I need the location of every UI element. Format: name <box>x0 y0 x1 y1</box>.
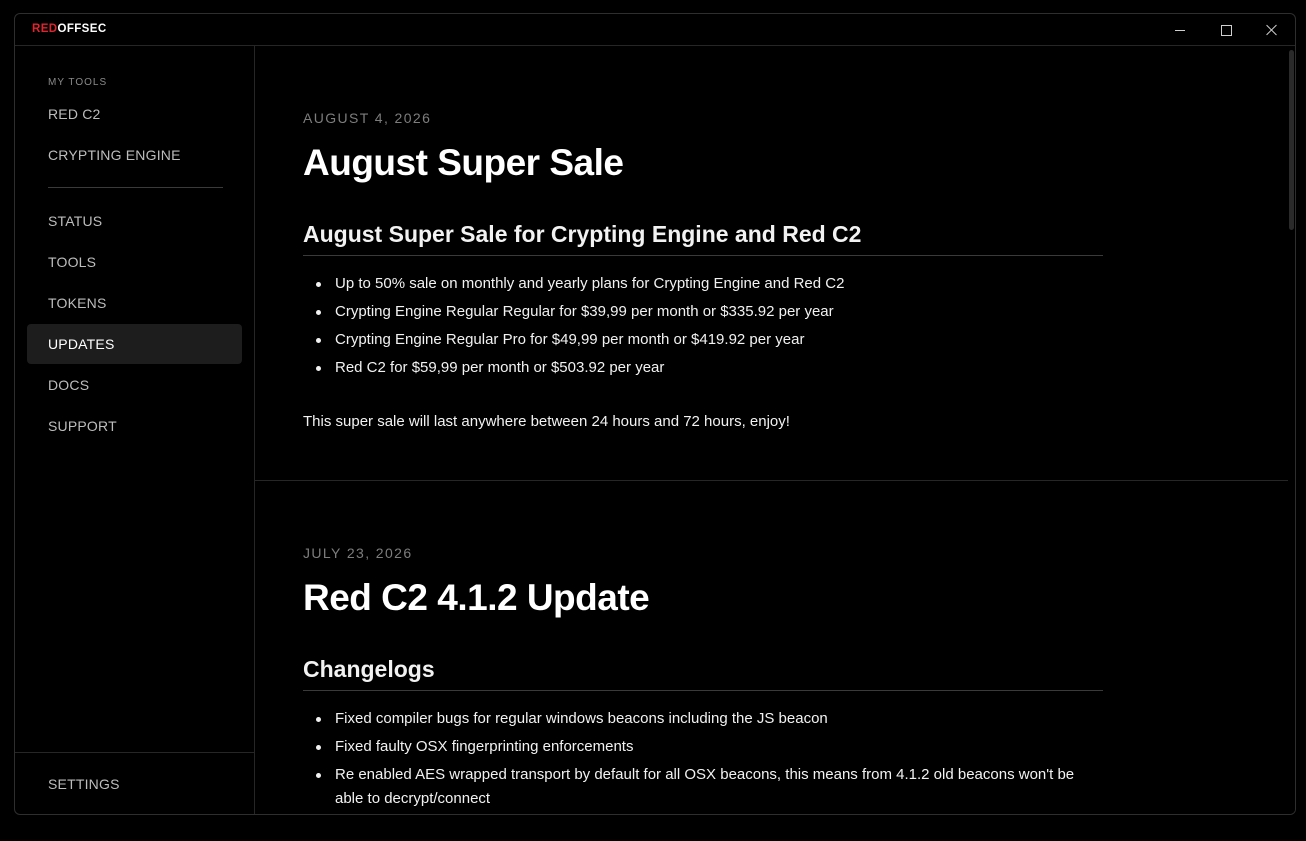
close-button[interactable] <box>1249 14 1295 46</box>
sidebar-item-status[interactable]: STATUS <box>27 201 242 241</box>
sidebar-item-red-c2[interactable]: RED C2 <box>27 94 242 134</box>
brand-white: OFFSEC <box>57 23 107 35</box>
minimize-button[interactable] <box>1157 14 1203 46</box>
post-note: This super sale will last anywhere betwe… <box>303 413 790 430</box>
update-post: JULY 23, 2026 Red C2 4.1.2 Update Change… <box>255 481 1288 814</box>
list-item: Re enabled AES wrapped transport by defa… <box>303 763 1103 811</box>
brand-red: RED <box>32 23 58 35</box>
post-bullet-list: Up to 50% sale on monthly and yearly pla… <box>303 272 1103 384</box>
sidebar-item-settings[interactable]: SETTINGS <box>27 764 242 804</box>
list-item: Fixed faulty OSX fingerprinting enforcem… <box>303 735 1103 759</box>
sidebar-item-crypting-engine[interactable]: CRYPTING ENGINE <box>27 135 242 175</box>
minimize-icon <box>1175 29 1185 31</box>
list-item: Red C2 for $59,99 per month or $503.92 p… <box>303 356 1103 380</box>
app-window: REDOFFSEC MY TOOLS RED C2 CRYPTING ENGIN… <box>14 13 1296 815</box>
list-item: Crypting Engine Regular Pro for $49,99 p… <box>303 328 1103 352</box>
sidebar-item-tools[interactable]: TOOLS <box>27 242 242 282</box>
sidebar-bottom-divider <box>15 752 254 753</box>
update-post: AUGUST 4, 2026 August Super Sale August … <box>255 46 1288 480</box>
scrollbar-thumb[interactable] <box>1289 50 1294 230</box>
sidebar-item-tokens[interactable]: TOKENS <box>27 283 242 323</box>
subtitle-rule <box>303 690 1103 691</box>
close-icon <box>1266 24 1278 36</box>
list-item: Fixed compiler bugs for regular windows … <box>303 707 1103 731</box>
my-tools-label: MY TOOLS <box>48 77 108 88</box>
post-title: August Super Sale <box>303 142 624 183</box>
maximize-button[interactable] <box>1203 14 1249 46</box>
list-item: Up to 50% sale on monthly and yearly pla… <box>303 272 1103 296</box>
sidebar: MY TOOLS RED C2 CRYPTING ENGINE STATUS T… <box>15 46 255 814</box>
app-logo: REDOFFSEC <box>32 23 107 35</box>
title-bar[interactable]: REDOFFSEC <box>15 14 1295 46</box>
post-subtitle: Changelogs <box>303 656 435 682</box>
sidebar-item-support[interactable]: SUPPORT <box>27 406 242 446</box>
post-bullet-list: Fixed compiler bugs for regular windows … <box>303 707 1103 814</box>
sidebar-item-updates[interactable]: UPDATES <box>27 324 242 364</box>
post-subtitle: August Super Sale for Crypting Engine an… <box>303 221 862 247</box>
list-item: Crypting Engine Regular Regular for $39,… <box>303 300 1103 324</box>
post-date: JULY 23, 2026 <box>303 545 413 561</box>
post-date: AUGUST 4, 2026 <box>303 110 432 126</box>
sidebar-item-docs[interactable]: DOCS <box>27 365 242 405</box>
updates-feed[interactable]: AUGUST 4, 2026 August Super Sale August … <box>255 46 1295 814</box>
maximize-icon <box>1220 24 1232 36</box>
sidebar-divider <box>48 187 223 188</box>
post-title: Red C2 4.1.2 Update <box>303 577 650 618</box>
subtitle-rule <box>303 255 1103 256</box>
